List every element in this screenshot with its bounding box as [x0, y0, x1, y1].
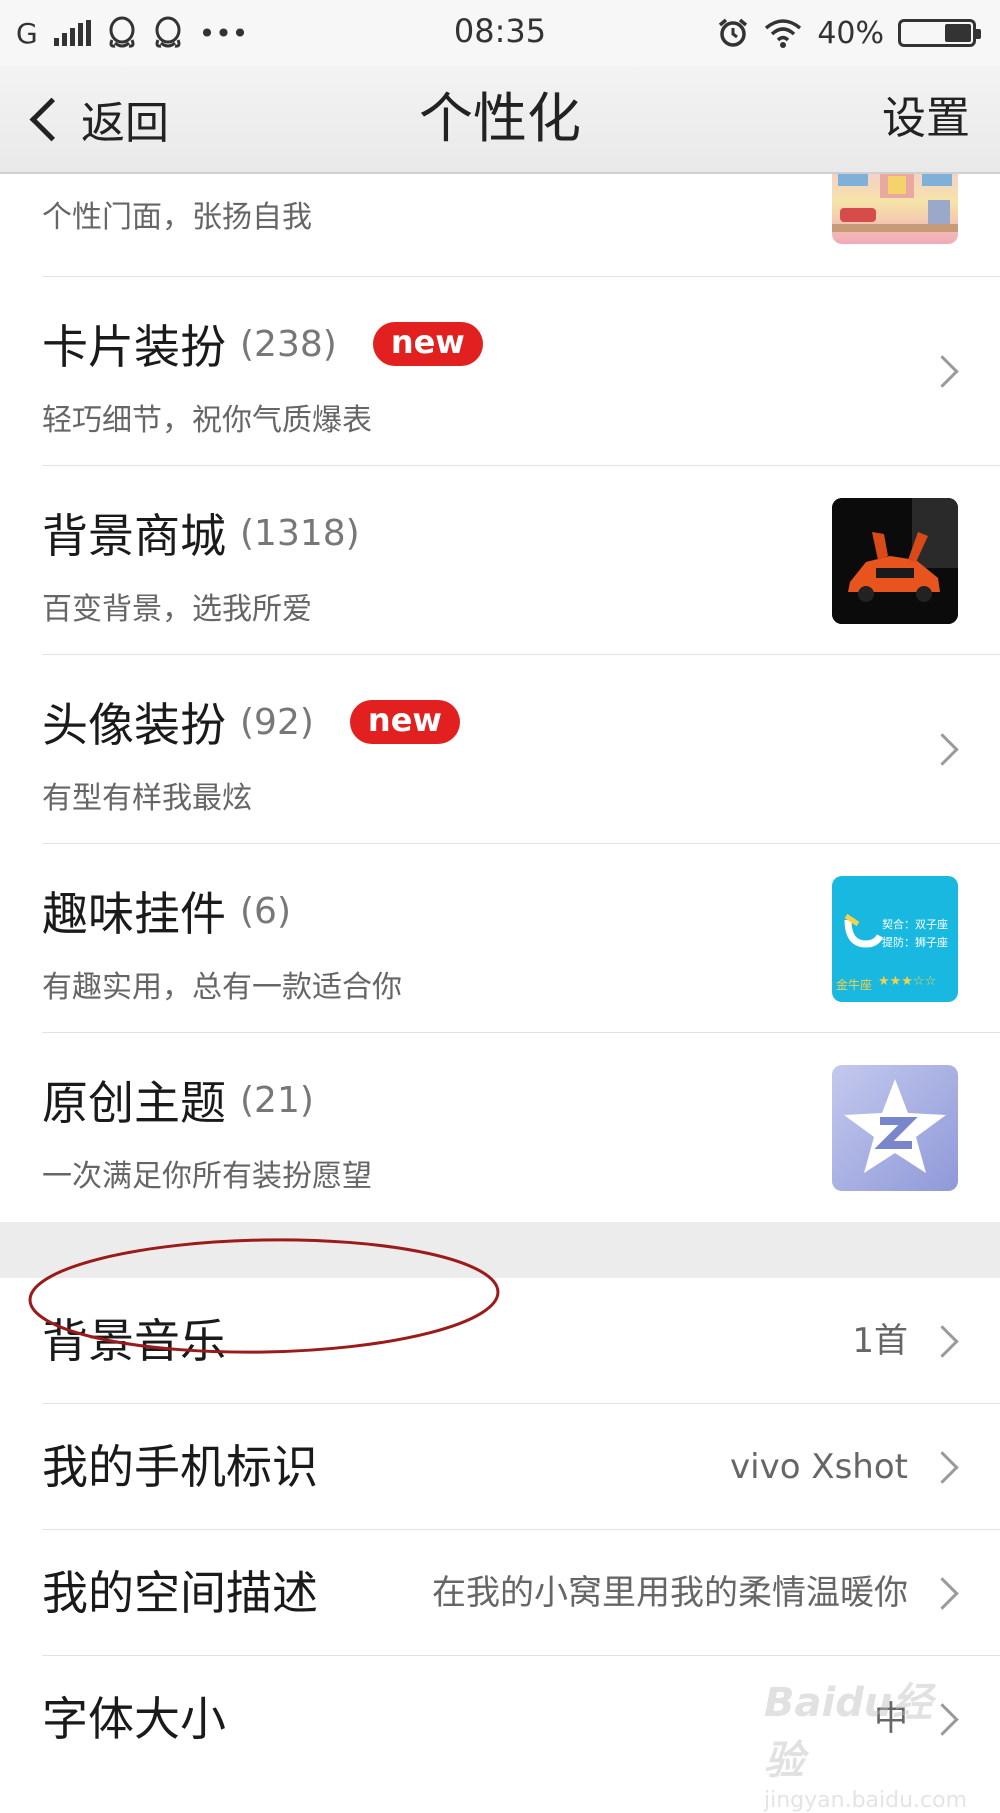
wifi-icon [765, 19, 802, 48]
item-title-row: 头像装扮 (92) new [42, 689, 460, 755]
background-thumbnail [832, 498, 958, 624]
chevron-right-icon [926, 1451, 959, 1484]
widget-sign-label: 金牛座 [836, 978, 873, 992]
item-title-row: 卡片装扮 (238) new [42, 311, 483, 377]
new-badge: new [372, 322, 483, 366]
watermark-url: jingyan.baidu.com [764, 1788, 968, 1813]
setting-label: 字体大小 [42, 1692, 226, 1746]
list-item-original-themes[interactable]: 原创主题 (21) 一次满足你所有装扮愿望 [42, 1033, 1000, 1222]
list-item-avatar-decoration[interactable]: 头像装扮 (92) new 有型有样我最炫 [42, 655, 1000, 844]
item-subtitle: 有趣实用，总有一款适合你 [42, 970, 402, 1005]
widget-line-2: 提防：狮子座 [882, 936, 948, 949]
item-subtitle: 个性门面，张扬自我 [42, 200, 312, 235]
item-title: 趣味挂件 [42, 887, 226, 941]
item-title: 头像装扮 [42, 698, 226, 752]
item-title: 卡片装扮 [42, 320, 226, 374]
setting-label: 背景音乐 [42, 1314, 226, 1368]
battery-fill [945, 24, 971, 42]
settings-button[interactable]: 设置 [882, 66, 970, 172]
decoration-list: 个性门面，张扬自我 卡片装扮 (238) new 轻巧细节，祝你气质爆表 背景商… [0, 174, 1000, 1222]
item-subtitle: 百变背景，选我所爱 [42, 592, 312, 627]
setting-value: 在我的小窝里用我的柔情温暖你 [432, 1573, 908, 1613]
chevron-right-icon [926, 1703, 959, 1736]
setting-value: vivo Xshot [730, 1447, 908, 1487]
status-right: 40% [717, 10, 981, 56]
setting-background-music[interactable]: 背景音乐 1首 [42, 1278, 1000, 1404]
item-count: (6) [240, 890, 291, 932]
item-subtitle: 轻巧细节，祝你气质爆表 [42, 403, 372, 438]
item-subtitle: 一次满足你所有装扮愿望 [42, 1159, 372, 1194]
content-scroll[interactable]: 个性门面，张扬自我 卡片装扮 (238) new 轻巧细节，祝你气质爆表 背景商… [0, 174, 1000, 1778]
list-item-fun-widgets[interactable]: 趣味挂件 (6) 有趣实用，总有一款适合你 契合：双子座 提防：狮子座 金牛座 … [42, 844, 1000, 1033]
section-divider [0, 1222, 1000, 1278]
item-title-row: 背景商城 (1318) [42, 500, 360, 566]
chevron-right-icon [926, 1577, 959, 1610]
widget-line-1: 契合：双子座 [882, 918, 948, 931]
item-count: (1318) [240, 512, 360, 554]
setting-value: 中 [874, 1699, 908, 1739]
alarm-icon [719, 18, 748, 47]
item-count: (92) [240, 701, 314, 743]
theme-thumbnail [832, 1065, 958, 1191]
setting-label: 我的手机标识 [42, 1440, 318, 1494]
chevron-right-icon [926, 355, 959, 388]
list-item-card-decoration[interactable]: 卡片装扮 (238) new 轻巧细节，祝你气质爆表 [42, 277, 1000, 466]
new-badge: new [349, 700, 460, 744]
setting-font-size[interactable]: 字体大小 中 [42, 1656, 1000, 1778]
list-item-storefront[interactable]: 个性门面，张扬自我 [42, 174, 1000, 277]
setting-label: 我的空间描述 [42, 1566, 318, 1620]
item-title-row: 原创主题 (21) [42, 1067, 314, 1133]
setting-space-description[interactable]: 我的空间描述 在我的小窝里用我的柔情温暖你 [42, 1530, 1000, 1656]
chevron-right-icon [926, 733, 959, 766]
nav-bar: 返回 个性化 设置 [0, 66, 1000, 174]
battery-percent: 40% [817, 15, 884, 51]
storefront-thumbnail [832, 174, 958, 244]
battery-icon [898, 19, 981, 47]
item-subtitle: 有型有样我最炫 [42, 781, 252, 816]
chevron-right-icon [926, 1325, 959, 1358]
item-title: 背景商城 [42, 509, 226, 563]
item-count: (238) [240, 323, 337, 365]
item-title: 原创主题 [42, 1076, 226, 1130]
list-item-background-store[interactable]: 背景商城 (1318) 百变背景，选我所爱 [42, 466, 1000, 655]
item-title-row: 趣味挂件 (6) [42, 878, 291, 944]
setting-value: 1首 [852, 1321, 908, 1361]
page-title: 个性化 [419, 87, 581, 150]
widget-thumbnail: 契合：双子座 提防：狮子座 金牛座 ★★★☆☆ [832, 876, 958, 1002]
settings-list: 背景音乐 1首 我的手机标识 vivo Xshot 我的空间描述 在我的小窝里用… [0, 1278, 1000, 1778]
setting-phone-tag[interactable]: 我的手机标识 vivo Xshot [42, 1404, 1000, 1530]
status-bar: G ••• 08:35 40% [0, 0, 1000, 66]
item-count: (21) [240, 1079, 314, 1121]
widget-stars: ★★★☆☆ [878, 974, 937, 989]
